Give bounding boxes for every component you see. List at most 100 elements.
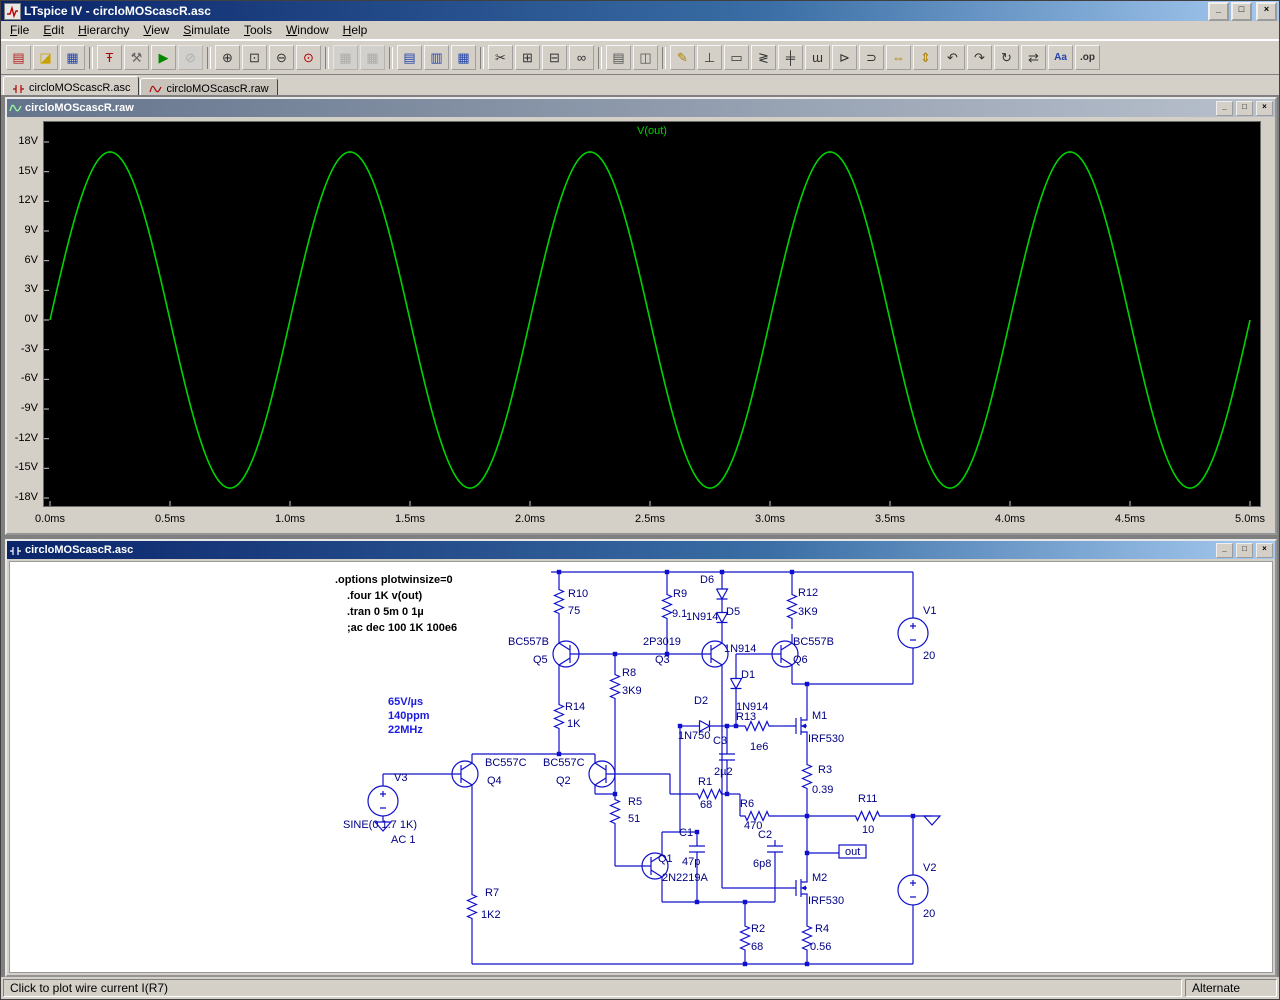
toolbar-resistor-button[interactable]: ≷: [751, 45, 776, 70]
wire-junction: [804, 813, 810, 819]
toolbar-zoom-area-button[interactable]: ⊡: [242, 45, 267, 70]
toolbar-add-trace-button[interactable]: ▥: [424, 45, 449, 70]
toolbar-component-button[interactable]: ⊃: [859, 45, 884, 70]
schematic-tab-icon: [13, 84, 24, 93]
comment-text: 65V/µs: [388, 696, 423, 708]
menu-file[interactable]: File: [3, 22, 36, 38]
app-title: LTspice IV - circloMOScascR.asc: [24, 4, 211, 18]
y-axis-label: 9V: [24, 224, 38, 236]
toolbar-pan-button: ▦: [360, 45, 385, 70]
wires: [382, 571, 932, 965]
toolbar-plot-settings-button[interactable]: ▤: [397, 45, 422, 70]
app-titlebar[interactable]: LTspice IV - circloMOScascR.asc _ □ ×: [1, 1, 1279, 21]
toolbar-drag-button[interactable]: ⇕: [913, 45, 938, 70]
toolbar-net-label-button[interactable]: ▭: [724, 45, 749, 70]
component-R2[interactable]: [739, 922, 751, 954]
D1-ref-label: D1: [741, 669, 755, 681]
toolbar-cut-button[interactable]: ✂: [488, 45, 513, 70]
menu-tools[interactable]: Tools: [237, 22, 279, 38]
waveform-minimize-button[interactable]: _: [1216, 100, 1233, 116]
toolbar-spice-directive-button[interactable]: .op: [1075, 45, 1100, 70]
component-R12[interactable]: [786, 584, 798, 629]
component-C2[interactable]: [767, 840, 783, 858]
schematic-minimize-button[interactable]: _: [1216, 542, 1233, 558]
waveform-window-titlebar[interactable]: circloMOScascR.raw _ □ ×: [7, 99, 1275, 117]
toolbar-text-button[interactable]: Aa: [1048, 45, 1073, 70]
minimize-button[interactable]: _: [1208, 1, 1229, 21]
close-button[interactable]: ×: [1256, 1, 1277, 21]
toolbar-capacitor-button[interactable]: ╪: [778, 45, 803, 70]
toolbar-control-panel-button[interactable]: ⚒: [124, 45, 149, 70]
R6-ref-label: R6: [740, 798, 754, 810]
toolbar-inductor-button[interactable]: ɯ: [805, 45, 830, 70]
R5-value-label: 51: [628, 813, 640, 825]
plot-canvas[interactable]: V(out): [43, 121, 1261, 507]
waveform-close-button[interactable]: ×: [1256, 100, 1273, 116]
x-axis-label: 3.0ms: [755, 513, 785, 525]
toolbar-paste-button[interactable]: ⊟: [542, 45, 567, 70]
wire-junction: [804, 961, 810, 967]
component-M2[interactable]: [785, 872, 808, 904]
toolbar-diode-button[interactable]: ⊳: [832, 45, 857, 70]
component-R8[interactable]: [609, 669, 621, 704]
component-Q5[interactable]: [552, 634, 583, 674]
toolbar-open-button[interactable]: ◪: [33, 45, 58, 70]
toolbar-save-button[interactable]: ▦: [60, 45, 85, 70]
toolbar-print-preview-button[interactable]: ◫: [633, 45, 658, 70]
component-R10[interactable]: [553, 579, 565, 624]
schematic-close-button[interactable]: ×: [1256, 542, 1273, 558]
menu-simulate[interactable]: Simulate: [176, 22, 237, 38]
toolbar-ground-button[interactable]: ⊥: [697, 45, 722, 70]
R1-ref-label: R1: [698, 776, 712, 788]
menu-window[interactable]: Window: [279, 22, 336, 38]
wire-junction: [719, 569, 725, 575]
menu-hierarchy[interactable]: Hierarchy: [71, 22, 136, 38]
maximize-button[interactable]: □: [1231, 1, 1252, 21]
toolbar-run-button[interactable]: ▶: [151, 45, 176, 70]
component-Q4[interactable]: [448, 754, 479, 794]
component-V3[interactable]: [367, 785, 399, 817]
toolbar-draw-wire-button[interactable]: ✎: [670, 45, 695, 70]
ground-symbol[interactable]: [922, 815, 942, 826]
schematic-window-titlebar[interactable]: circloMOScascR.asc _ □ ×: [7, 541, 1275, 559]
toolbar-probe-button[interactable]: Ŧ: [97, 45, 122, 70]
menu-view[interactable]: View: [136, 22, 176, 38]
component-R14[interactable]: [553, 699, 565, 734]
toolbar-zoom-full-extents-button[interactable]: ⊙: [296, 45, 321, 70]
toolbar-new-schematic-button[interactable]: ▤: [6, 45, 31, 70]
menu-help[interactable]: Help: [336, 22, 375, 38]
component-M1[interactable]: [785, 710, 808, 742]
V3-ref-label: V3: [394, 772, 407, 784]
menubar: File Edit Hierarchy View Simulate Tools Window…: [1, 21, 1279, 40]
M1-value-label: IRF530: [808, 733, 844, 745]
schematic-restore-button[interactable]: □: [1236, 542, 1253, 558]
component-R5[interactable]: [609, 794, 621, 829]
toolbar-mirror-button[interactable]: ⇄: [1021, 45, 1046, 70]
toolbar-spice-netlist-button[interactable]: ▦: [451, 45, 476, 70]
R14-ref-label: R14: [565, 701, 585, 713]
R7-ref-label: R7: [485, 887, 499, 899]
wire-junction: [677, 723, 683, 729]
toolbar-zoom-out-button[interactable]: ⊖: [269, 45, 294, 70]
component-V2[interactable]: [897, 874, 929, 906]
toolbar-print-button[interactable]: ▤: [606, 45, 631, 70]
component-R3[interactable]: [801, 759, 813, 794]
component-R7[interactable]: [466, 889, 478, 924]
toolbar-rotate-button[interactable]: ↻: [994, 45, 1019, 70]
toolbar-redo-button[interactable]: ↷: [967, 45, 992, 70]
D6-value-label: 1N914: [686, 611, 718, 623]
toolbar-zoom-in-button[interactable]: ⊕: [215, 45, 240, 70]
toolbar-move-button[interactable]: ⇔: [886, 45, 911, 70]
schematic-canvas[interactable]: R10 75 R9 9.1 R12 3K9 R8 3K9 R14 1K R3 0.39 R5 51 R7 1K…: [9, 561, 1273, 973]
toolbar-find-button[interactable]: ∞: [569, 45, 594, 70]
y-axis-label: -15V: [14, 461, 38, 474]
toolbar-copy-button[interactable]: ⊞: [515, 45, 540, 70]
component-D6[interactable]: [715, 582, 729, 606]
component-D1[interactable]: [729, 670, 743, 697]
component-R11[interactable]: [850, 810, 885, 822]
component-V1[interactable]: [897, 617, 929, 649]
toolbar-undo-button[interactable]: ↶: [940, 45, 965, 70]
component-R9[interactable]: [661, 584, 673, 629]
waveform-restore-button[interactable]: □: [1236, 100, 1253, 116]
menu-edit[interactable]: Edit: [36, 22, 71, 38]
